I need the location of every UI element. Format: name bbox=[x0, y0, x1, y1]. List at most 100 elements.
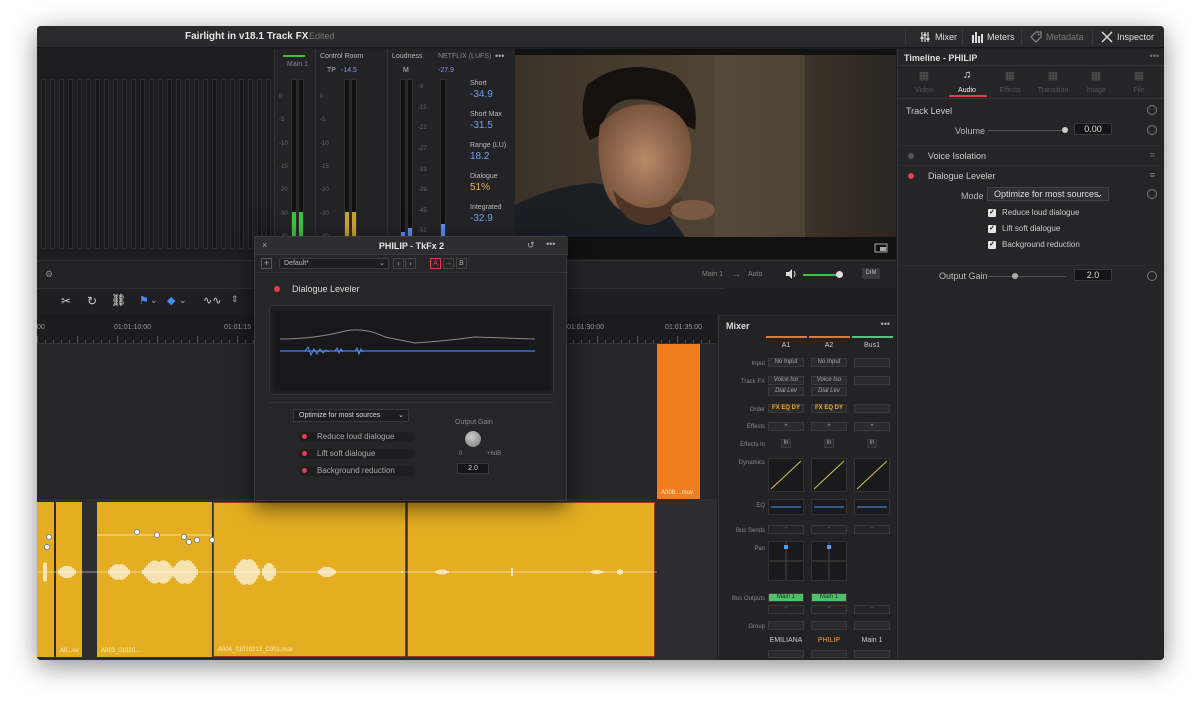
razor-icon[interactable]: ✂ bbox=[61, 294, 71, 308]
eq-graph[interactable] bbox=[768, 499, 804, 515]
marker-icon[interactable]: ◆ bbox=[167, 294, 175, 307]
eq-graph[interactable] bbox=[854, 499, 890, 515]
order-slot[interactable] bbox=[854, 404, 890, 413]
preset-dropdown[interactable]: Default* ⌄ bbox=[279, 258, 389, 269]
output-gain-slider[interactable] bbox=[988, 276, 1066, 277]
bus-output-add[interactable]: + bbox=[768, 605, 804, 614]
dynamics-graph[interactable] bbox=[811, 458, 847, 492]
tab-video[interactable]: ▦ Video bbox=[904, 69, 944, 97]
plugin-gain-field[interactable]: 2.0 bbox=[457, 463, 489, 474]
mode-dropdown[interactable]: Optimize for most sources ⌄ bbox=[987, 187, 1109, 201]
monitor-volume-slider[interactable] bbox=[803, 274, 839, 276]
add-preset-icon[interactable]: + bbox=[261, 258, 272, 269]
next-preset-icon[interactable]: › bbox=[405, 258, 416, 269]
pan-control[interactable] bbox=[811, 541, 847, 581]
module-power-toggle[interactable] bbox=[274, 286, 280, 292]
mixer-more-icon[interactable]: ••• bbox=[881, 319, 890, 329]
dialogue-leveler-reset-icon[interactable] bbox=[1147, 189, 1157, 199]
inspector-button[interactable]: Inspector bbox=[1095, 28, 1160, 46]
voice-isolation-settings-icon[interactable]: ≡ bbox=[1150, 150, 1155, 160]
effects-add-button[interactable]: + bbox=[768, 422, 804, 431]
pan-control[interactable] bbox=[768, 541, 804, 581]
effects-add-button[interactable]: + bbox=[854, 422, 890, 431]
tab-image[interactable]: ▦ Image bbox=[1076, 69, 1116, 97]
snap-icon[interactable]: ↻ bbox=[87, 294, 97, 308]
group-slot[interactable] bbox=[854, 621, 890, 630]
zoom-icon[interactable]: ⇕ bbox=[231, 294, 239, 305]
compare-a-button[interactable]: A bbox=[430, 258, 441, 269]
marker-dropdown-icon[interactable]: ⌄ bbox=[179, 295, 187, 306]
bus-output-slot[interactable]: Main 1 bbox=[768, 593, 804, 602]
output-gain-field[interactable]: 2.0 bbox=[1074, 269, 1112, 281]
output-gain-slider-handle[interactable] bbox=[1012, 273, 1018, 279]
bus-output-add[interactable]: + bbox=[854, 605, 890, 614]
tab-file[interactable]: ▦ File bbox=[1119, 69, 1159, 97]
link-icon[interactable]: ⛓ bbox=[111, 293, 126, 307]
plugin-option[interactable]: Lift soft dialogue bbox=[299, 449, 415, 459]
voice-isolation-toggle[interactable] bbox=[908, 153, 914, 159]
fullscreen-icon[interactable] bbox=[874, 243, 888, 253]
metadata-button[interactable]: Metadata bbox=[1024, 28, 1090, 46]
option-checkbox[interactable]: ✓ bbox=[988, 241, 996, 249]
flag-icon[interactable]: ⚑ bbox=[139, 294, 149, 307]
bus-output-slot[interactable]: Main 1 bbox=[811, 593, 847, 602]
dim-button[interactable]: DIM bbox=[862, 268, 880, 279]
track-level-reset-icon[interactable] bbox=[1147, 105, 1157, 115]
bus-sends-slot[interactable]: + bbox=[811, 525, 847, 534]
trackfx-slot[interactable]: Voice Iso bbox=[768, 376, 804, 385]
plugin-option[interactable]: Reduce loud dialogue bbox=[299, 432, 415, 442]
bus-output-add[interactable]: + bbox=[811, 605, 847, 614]
tab-audio[interactable]: ♫ Audio bbox=[947, 69, 987, 97]
bus-sends-slot[interactable]: + bbox=[768, 525, 804, 534]
group-slot[interactable] bbox=[811, 621, 847, 630]
channel-buttons[interactable] bbox=[768, 650, 804, 658]
plugin-option[interactable]: Background reduction bbox=[299, 466, 415, 476]
trackfx-slot[interactable]: Voice Iso bbox=[811, 376, 847, 385]
option-checkbox[interactable]: ✓ bbox=[988, 225, 996, 233]
order-slot[interactable]: FX EQ DY bbox=[811, 404, 847, 413]
monitor-volume-handle[interactable] bbox=[836, 271, 843, 278]
dialogue-leveler-settings-icon[interactable]: ≡ bbox=[1150, 170, 1155, 180]
trackfx-slot[interactable]: Dial Lev bbox=[811, 387, 847, 396]
viewer[interactable] bbox=[515, 49, 896, 259]
copy-ab-icon[interactable]: → bbox=[443, 258, 454, 269]
volume-field[interactable]: 0.00 bbox=[1074, 123, 1112, 135]
input-slot[interactable] bbox=[854, 358, 890, 367]
waveform-icon[interactable]: ∿∿ bbox=[203, 294, 221, 307]
input-slot[interactable]: No Input bbox=[811, 358, 847, 367]
dialogue-leveler-toggle[interactable] bbox=[908, 173, 914, 179]
group-slot[interactable] bbox=[768, 621, 804, 630]
effects-in-button[interactable]: In bbox=[824, 439, 834, 448]
reset-icon[interactable]: ↺ bbox=[527, 240, 535, 251]
tab-effects[interactable]: ▦ Effects bbox=[990, 69, 1030, 97]
volume-reset-icon[interactable] bbox=[1147, 125, 1157, 135]
bus-sends-slot[interactable]: + bbox=[854, 525, 890, 534]
dynamics-graph[interactable] bbox=[854, 458, 890, 492]
trackfx-slot[interactable] bbox=[854, 376, 890, 385]
plugin-more-icon[interactable]: ••• bbox=[546, 239, 555, 249]
input-slot[interactable]: No Input bbox=[768, 358, 804, 367]
loudness-more-icon[interactable]: ••• bbox=[495, 51, 504, 61]
option-checkbox[interactable]: ✓ bbox=[988, 209, 996, 217]
prev-preset-icon[interactable]: ‹ bbox=[393, 258, 404, 269]
voice-isolation-section[interactable]: Voice Isolation ≡ bbox=[898, 146, 1164, 166]
effects-in-button[interactable]: In bbox=[867, 439, 877, 448]
clip-orange[interactable]: A008....mov bbox=[657, 344, 700, 499]
trackfx-slot[interactable]: Dial Lev bbox=[768, 387, 804, 396]
channel-buttons[interactable] bbox=[854, 650, 890, 658]
meters-button[interactable]: Meters bbox=[965, 28, 1021, 46]
compare-b-button[interactable]: B bbox=[456, 258, 467, 269]
output-gain-knob[interactable] bbox=[464, 430, 482, 448]
effects-in-button[interactable]: In bbox=[781, 439, 791, 448]
output-gain-reset-icon[interactable] bbox=[1147, 271, 1157, 281]
speaker-icon[interactable] bbox=[785, 268, 797, 280]
tool-icon[interactable]: ⚙︎ bbox=[45, 269, 53, 280]
mixer-button[interactable]: Mixer bbox=[913, 28, 963, 46]
plugin-mode-dropdown[interactable]: Optimize for most sources ⌄ bbox=[293, 409, 409, 422]
effects-add-button[interactable]: + bbox=[811, 422, 847, 431]
channel-buttons[interactable] bbox=[811, 650, 847, 658]
inspector-more-icon[interactable]: ••• bbox=[1150, 51, 1159, 61]
dynamics-graph[interactable] bbox=[768, 458, 804, 492]
order-slot[interactable]: FX EQ DY bbox=[768, 404, 804, 413]
volume-slider-handle[interactable] bbox=[1062, 127, 1068, 133]
